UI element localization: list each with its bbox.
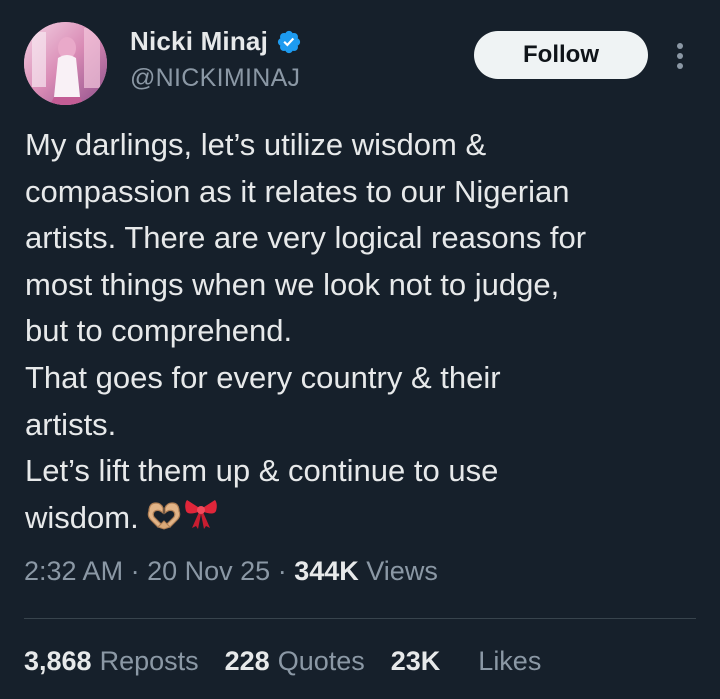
author-display-name[interactable]: Nicki Minaj	[130, 26, 268, 57]
tweet-time[interactable]: 2:32 AM	[24, 556, 123, 586]
tweet-meta: 2:32 AM · 20 Nov 25 · 344K Views	[24, 556, 438, 587]
likes-stat[interactable]: 23K Likes	[391, 646, 542, 677]
verified-badge-icon[interactable]	[276, 29, 302, 55]
heart-hands-emoji-icon	[147, 502, 180, 530]
reposts-stat[interactable]: 3,868 Reposts	[24, 646, 199, 677]
avatar-image	[24, 22, 107, 105]
tweet-line: artists. There are very logical reasons …	[25, 220, 587, 256]
divider	[24, 618, 696, 619]
author-handle[interactable]: @NICKIMINAJ	[130, 64, 300, 93]
tweet-line: compassion as it relates to our Nigerian	[25, 173, 570, 209]
avatar[interactable]	[24, 22, 107, 105]
tweet-line: wisdom.	[25, 499, 139, 535]
meta-separator: ·	[130, 556, 140, 586]
reposts-label: Reposts	[99, 646, 199, 676]
tweet-line: most things when we look not to judge,	[25, 266, 560, 302]
tweet-text: My darlings, let’s utilize wisdom & comp…	[25, 122, 705, 544]
likes-count: 23K	[390, 646, 441, 676]
emoji-group	[145, 495, 219, 545]
tweet-line: artists.	[25, 406, 117, 442]
likes-label: Likes	[478, 646, 542, 676]
tweet-line: That goes for every country & their	[25, 359, 501, 395]
meta-separator: ·	[277, 556, 287, 586]
tweet-stats: 3,868 Reposts 228 Quotes 23K Likes	[24, 646, 567, 677]
reposts-count: 3,868	[24, 646, 92, 676]
ribbon-emoji-icon	[184, 499, 217, 529]
tweet-date[interactable]: 20 Nov 25	[147, 556, 270, 586]
more-vertical-icon[interactable]	[670, 38, 690, 74]
follow-button[interactable]: Follow	[474, 31, 648, 79]
tweet-line: Let’s lift them up & continue to use	[25, 453, 499, 489]
author-name-row: Nicki Minaj	[130, 26, 302, 57]
tweet-last-line: wisdom.	[25, 495, 705, 545]
views-count[interactable]: 344K	[294, 556, 359, 586]
quotes-stat[interactable]: 228 Quotes	[225, 646, 365, 677]
tweet-line: but to comprehend.	[25, 313, 293, 349]
views-label: Views	[366, 556, 438, 586]
tweet-line: My darlings, let’s utilize wisdom &	[25, 127, 487, 162]
quotes-count: 228	[224, 646, 270, 676]
quotes-label: Quotes	[277, 646, 365, 676]
